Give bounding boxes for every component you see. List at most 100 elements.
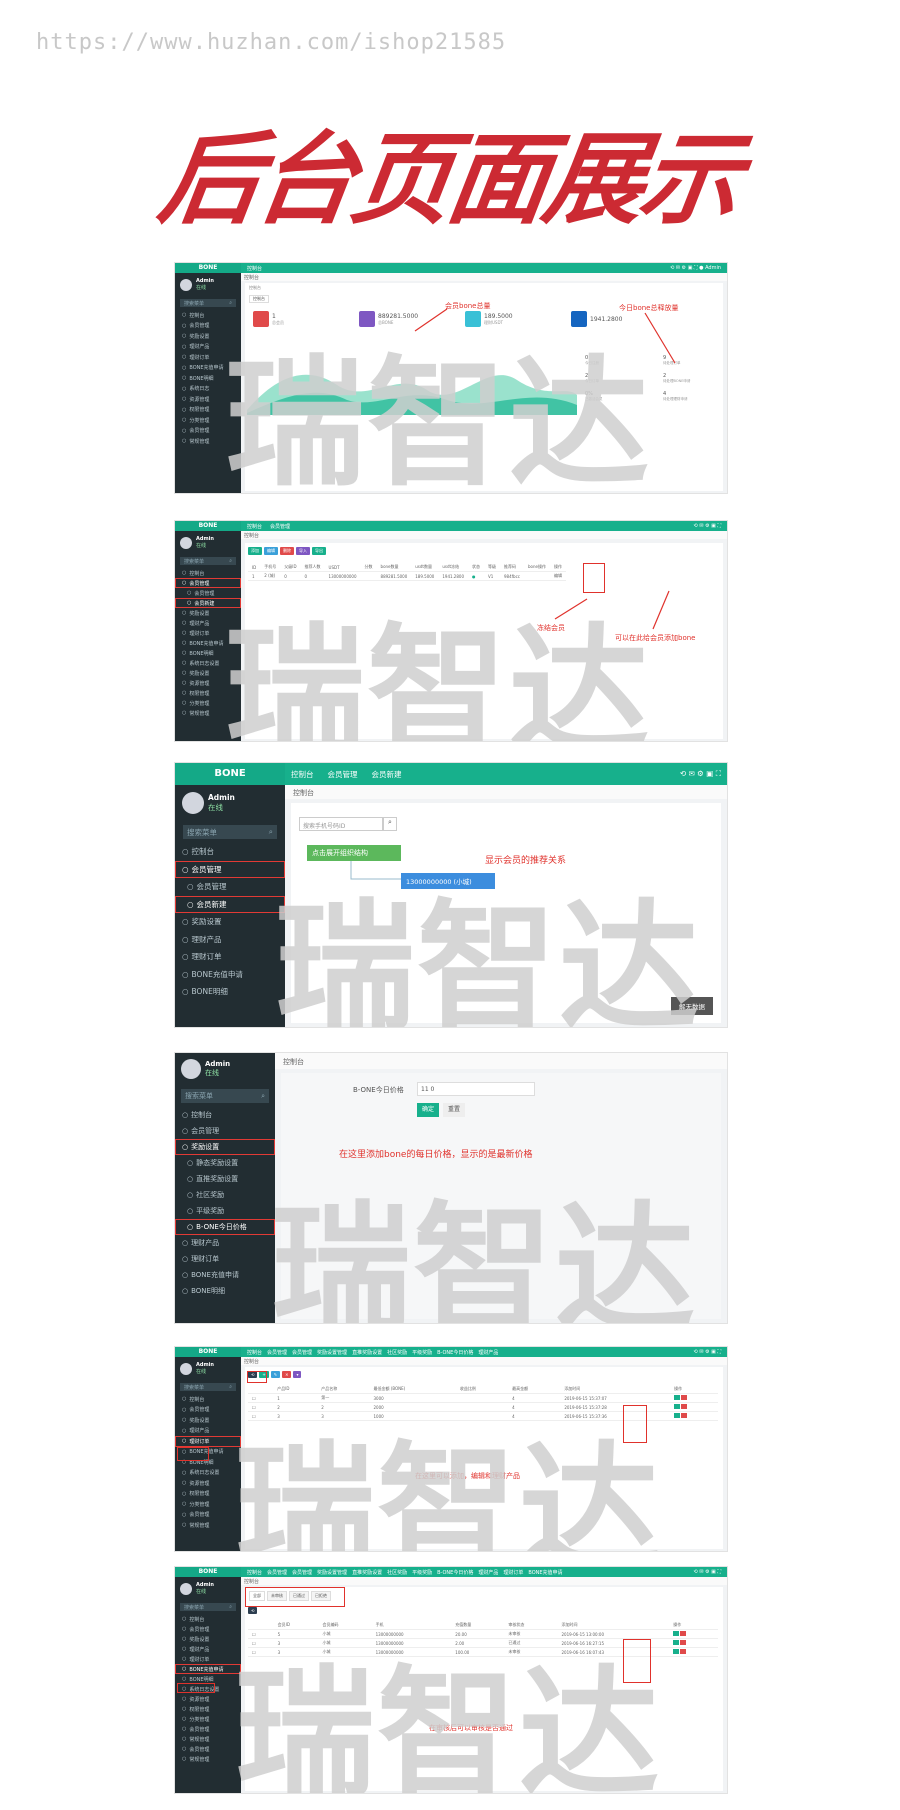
sidebar-item[interactable]: ○ 控制台 bbox=[175, 843, 285, 861]
nav-tab[interactable]: 理财产品 bbox=[478, 1569, 498, 1576]
nav-tab[interactable]: 会员新建 bbox=[372, 769, 402, 780]
search-button[interactable]: ⌕ bbox=[383, 817, 397, 831]
sidebar-item[interactable]: ○ 奖励设置 bbox=[175, 1139, 275, 1155]
sidebar-item[interactable]: ○ 资源管理 bbox=[175, 1694, 241, 1704]
sidebar-item[interactable]: ○ 控制台 bbox=[175, 1107, 275, 1123]
sidebar-item[interactable]: ○ 会员管理 bbox=[175, 1510, 241, 1521]
sidebar-item[interactable]: ○ 理财产品 bbox=[175, 1644, 241, 1654]
sidebar-search[interactable]: 搜索菜单 ⌕ bbox=[183, 825, 277, 839]
nav-tab[interactable]: 直推奖励设置 bbox=[352, 1569, 382, 1576]
sidebar-item[interactable]: ○ 会员管理 bbox=[175, 1724, 241, 1734]
sidebar-item[interactable]: ○ 资源管理 bbox=[175, 1478, 241, 1489]
delete-icon[interactable] bbox=[681, 1395, 688, 1400]
nav-tab[interactable]: B-ONE今日价格 bbox=[437, 1349, 473, 1356]
sidebar-item[interactable]: ○ 常规管理 bbox=[175, 1754, 241, 1764]
nav-tab[interactable]: 会员管理 bbox=[267, 1569, 287, 1576]
reject-icon[interactable] bbox=[680, 1631, 687, 1636]
sidebar-item[interactable]: ○ 会员管理 bbox=[175, 1123, 275, 1139]
member-search-input[interactable]: 搜索手机号码ID bbox=[299, 817, 383, 831]
sidebar-item[interactable]: ○ B-ONE今日价格 bbox=[175, 1219, 275, 1235]
sidebar-search[interactable]: 搜索菜单 ⌕ bbox=[180, 1383, 236, 1391]
sidebar-item[interactable]: ○ 奖励设置 bbox=[175, 1634, 241, 1644]
edit-icon[interactable] bbox=[674, 1404, 681, 1409]
approve-icon[interactable] bbox=[673, 1640, 680, 1645]
delete-icon[interactable] bbox=[681, 1404, 688, 1409]
row-checkbox[interactable]: ☐ bbox=[248, 1638, 274, 1648]
nav-tab[interactable]: 会员管理 bbox=[292, 1349, 312, 1356]
reset-button[interactable]: 重置 bbox=[443, 1103, 465, 1117]
edit-icon[interactable] bbox=[674, 1395, 681, 1400]
more-button[interactable]: ▾ bbox=[293, 1371, 302, 1378]
row-checkbox[interactable]: ☐ bbox=[248, 1647, 274, 1657]
nav-tab[interactable]: 控制台 bbox=[291, 769, 314, 780]
sidebar-item[interactable]: ○ 会员管理 bbox=[175, 1405, 241, 1416]
sidebar-item[interactable]: ○ 常规管理 bbox=[175, 1734, 241, 1744]
sidebar-item[interactable]: ○ BONE充值申请 bbox=[175, 1267, 275, 1283]
sidebar-item[interactable]: ○ 理财订单 bbox=[175, 1436, 241, 1447]
sidebar-item[interactable]: ○ 会员新建 bbox=[175, 895, 285, 913]
sidebar-item[interactable]: ○ 奖励设置 bbox=[175, 1415, 241, 1426]
row-checkbox[interactable]: ☐ bbox=[248, 1393, 274, 1403]
sidebar-item[interactable]: ○ 控制台 bbox=[175, 1614, 241, 1624]
approve-icon[interactable] bbox=[673, 1649, 680, 1654]
refresh-button[interactable]: ⟲ bbox=[248, 1607, 258, 1614]
nav-tab[interactable]: 奖励设置管理 bbox=[317, 1569, 347, 1576]
sidebar-item[interactable]: ○ 理财产品 bbox=[175, 1426, 241, 1437]
sidebar-search[interactable]: 搜索菜单 ⌕ bbox=[181, 1089, 269, 1103]
edit-icon[interactable] bbox=[674, 1413, 681, 1418]
price-input[interactable]: 11 0 bbox=[417, 1082, 535, 1096]
sidebar-item[interactable]: ○ 分类管理 bbox=[175, 1499, 241, 1510]
nav-tab[interactable]: 控制台 bbox=[247, 1349, 262, 1356]
delete-button[interactable]: ✕ bbox=[282, 1371, 292, 1378]
sidebar-item[interactable]: ○ 分类管理 bbox=[175, 1714, 241, 1724]
sidebar-item[interactable]: ○ 会员管理 bbox=[175, 878, 285, 896]
sidebar-item[interactable]: ○ 理财订单 bbox=[175, 1654, 241, 1664]
nav-tab[interactable]: 会员管理 bbox=[267, 1349, 287, 1356]
sidebar-item[interactable]: ○ 权限管理 bbox=[175, 1704, 241, 1714]
nav-tab[interactable]: 会员管理 bbox=[328, 769, 358, 780]
nav-tab[interactable]: 会员管理 bbox=[292, 1569, 312, 1576]
nav-tab[interactable]: 平级奖励 bbox=[412, 1349, 432, 1356]
nav-tab[interactable]: 直推奖励设置 bbox=[352, 1349, 382, 1356]
sidebar-item[interactable]: ○ 静态奖励设置 bbox=[175, 1155, 275, 1171]
sidebar-item[interactable]: ○ 直推奖励设置 bbox=[175, 1171, 275, 1187]
row-checkbox[interactable]: ☐ bbox=[248, 1402, 274, 1412]
nav-tab[interactable]: 社区奖励 bbox=[387, 1349, 407, 1356]
row-checkbox[interactable]: ☐ bbox=[248, 1411, 274, 1421]
sidebar-item[interactable]: ○ BONE明细 bbox=[175, 983, 285, 1001]
sidebar-item[interactable]: ○ BONE充值申请 bbox=[175, 1664, 241, 1674]
sidebar-item[interactable]: ○ 会员管理 bbox=[175, 860, 285, 878]
sidebar-item[interactable]: ○ 系统日志设置 bbox=[175, 1468, 241, 1479]
reject-icon[interactable] bbox=[680, 1649, 687, 1654]
sidebar-search[interactable]: 搜索菜单 ⌕ bbox=[180, 1603, 236, 1611]
tree-node[interactable]: 13000000000 (小城) bbox=[401, 873, 495, 889]
nav-tab[interactable]: 奖励设置管理 bbox=[317, 1349, 347, 1356]
confirm-button[interactable]: 确定 bbox=[417, 1103, 439, 1117]
nav-tab[interactable]: 控制台 bbox=[247, 1569, 262, 1576]
sidebar-item[interactable]: ○ 理财订单 bbox=[175, 948, 285, 966]
nav-tab[interactable]: 理财订单 bbox=[503, 1569, 523, 1576]
sidebar-item[interactable]: ○ 理财产品 bbox=[175, 1235, 275, 1251]
nav-tab[interactable]: 社区奖励 bbox=[387, 1569, 407, 1576]
sidebar-item[interactable]: ○ 社区奖励 bbox=[175, 1187, 275, 1203]
approve-icon[interactable] bbox=[673, 1631, 680, 1636]
sidebar-item[interactable]: ○ 理财产品 bbox=[175, 931, 285, 949]
nav-tab[interactable]: 平级奖励 bbox=[412, 1569, 432, 1576]
nav-tab[interactable]: 理财产品 bbox=[478, 1349, 498, 1356]
sidebar-item[interactable]: ○ 会员管理 bbox=[175, 1744, 241, 1754]
row-checkbox[interactable]: ☐ bbox=[248, 1629, 274, 1639]
sidebar-item[interactable]: ○ 理财订单 bbox=[175, 1251, 275, 1267]
sidebar-item[interactable]: ○ 常规管理 bbox=[175, 1520, 241, 1531]
delete-icon[interactable] bbox=[681, 1413, 688, 1418]
sidebar-item[interactable]: ○ BONE充值申请 bbox=[175, 966, 285, 984]
sidebar-item[interactable]: ○ BONE明细 bbox=[175, 1283, 275, 1299]
sidebar-item[interactable]: ○ 控制台 bbox=[175, 1394, 241, 1405]
sidebar-item[interactable]: ○ 平级奖励 bbox=[175, 1203, 275, 1219]
edit-button[interactable]: ✎ bbox=[270, 1371, 281, 1378]
expand-tree-button[interactable]: 点击展开组织结构 bbox=[307, 845, 401, 861]
nav-tab[interactable]: B-ONE今日价格 bbox=[437, 1569, 473, 1576]
nav-tab[interactable]: BONE充值申请 bbox=[528, 1569, 562, 1576]
reject-icon[interactable] bbox=[680, 1640, 687, 1645]
sidebar-item[interactable]: ○ 奖励设置 bbox=[175, 913, 285, 931]
sidebar-item[interactable]: ○ 会员管理 bbox=[175, 1624, 241, 1634]
